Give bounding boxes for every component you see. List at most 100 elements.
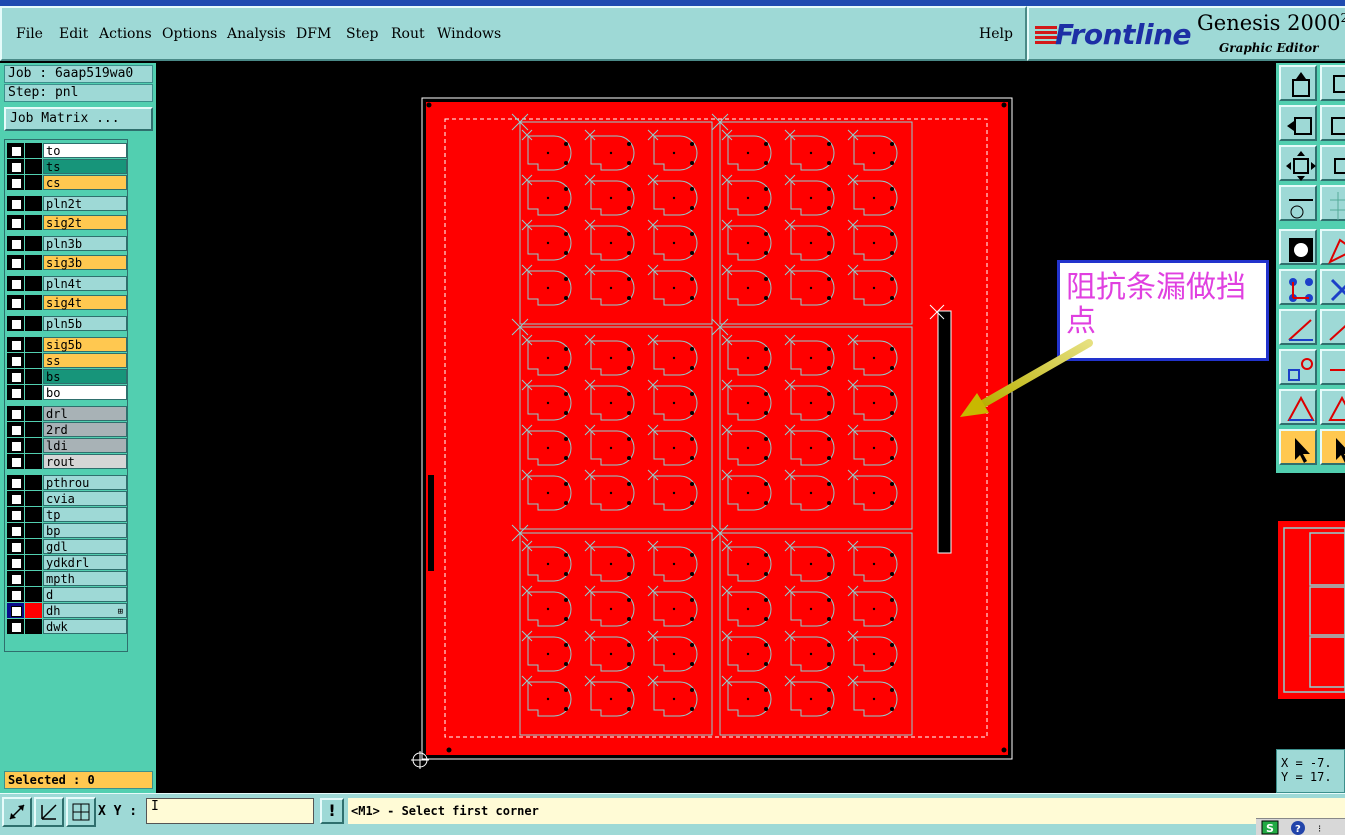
layer-display-swatch[interactable] xyxy=(25,438,42,453)
menu-rout[interactable]: Rout xyxy=(391,26,425,42)
layer-display-swatch[interactable] xyxy=(25,475,42,490)
menu-actions[interactable]: Actions xyxy=(99,26,152,42)
layer-name[interactable]: sig2t xyxy=(43,215,127,230)
layer-display-swatch[interactable] xyxy=(25,523,42,538)
layer-name[interactable]: d xyxy=(43,587,127,602)
minimap[interactable] xyxy=(1276,473,1345,749)
layer-checkbox[interactable] xyxy=(7,316,24,331)
menu-dfm[interactable]: DFM xyxy=(296,26,331,42)
layer-row-mpth[interactable]: mpth xyxy=(7,571,127,586)
layer-checkbox[interactable] xyxy=(7,454,24,469)
move-right-icon[interactable] xyxy=(1320,105,1345,141)
layer-display-swatch[interactable] xyxy=(25,255,42,270)
layer-display-swatch[interactable] xyxy=(25,159,42,174)
layer-display-swatch[interactable] xyxy=(25,337,42,352)
layer-name[interactable]: pln2t xyxy=(43,196,127,211)
layer-display-swatch[interactable] xyxy=(25,587,42,602)
cross-net-icon[interactable] xyxy=(1320,269,1345,305)
layer-row-bp[interactable]: bp xyxy=(7,523,127,538)
layer-display-swatch[interactable] xyxy=(25,316,42,331)
layer-checkbox[interactable] xyxy=(7,539,24,554)
layer-display-swatch[interactable] xyxy=(25,196,42,211)
layer-display-swatch[interactable] xyxy=(25,353,42,368)
layer-checkbox[interactable] xyxy=(7,159,24,174)
layer-checkbox[interactable] xyxy=(7,255,24,270)
layer-checkbox[interactable] xyxy=(7,369,24,384)
layer-row-to[interactable]: to xyxy=(7,143,127,158)
graphic-canvas[interactable] xyxy=(158,63,1276,793)
layer-display-swatch[interactable] xyxy=(25,619,42,634)
measure-icon[interactable] xyxy=(34,797,64,827)
layer-row-2rd[interactable]: 2rd xyxy=(7,422,127,437)
layer-display-swatch[interactable] xyxy=(25,406,42,421)
layer-checkbox[interactable] xyxy=(7,619,24,634)
arc-icon[interactable] xyxy=(1320,309,1345,345)
layer-name[interactable]: tp xyxy=(43,507,127,522)
layer-checkbox[interactable] xyxy=(7,276,24,291)
layer-display-swatch[interactable] xyxy=(25,276,42,291)
warning-button[interactable]: ! xyxy=(320,798,344,824)
layer-checkbox[interactable] xyxy=(7,603,24,618)
menu-file[interactable]: File xyxy=(16,26,43,42)
layer-checkbox[interactable] xyxy=(7,406,24,421)
xy-input[interactable]: I xyxy=(146,798,314,824)
layer-checkbox[interactable] xyxy=(7,523,24,538)
layer-checkbox[interactable] xyxy=(7,175,24,190)
layer-checkbox[interactable] xyxy=(7,507,24,522)
layer-name[interactable]: pthrou xyxy=(43,475,127,490)
layer-row-bs[interactable]: bs xyxy=(7,369,127,384)
layer-name[interactable]: ts xyxy=(43,159,127,174)
layer-display-swatch[interactable] xyxy=(25,507,42,522)
layer-row-pln4t[interactable]: pln4t xyxy=(7,276,127,291)
layer-row-pln2t[interactable]: pln2t xyxy=(7,196,127,211)
menu-edit[interactable]: Edit xyxy=(59,26,88,42)
layer-name[interactable]: to xyxy=(43,143,127,158)
layer-name[interactable]: mpth xyxy=(43,571,127,586)
layer-display-swatch[interactable] xyxy=(25,603,42,618)
layer-row-rout[interactable]: rout xyxy=(7,454,127,469)
layer-row-sig3b[interactable]: sig3b xyxy=(7,255,127,270)
layer-name[interactable]: pln4t xyxy=(43,276,127,291)
pen-settings-icon[interactable] xyxy=(1279,185,1317,221)
layer-row-sig2t[interactable]: sig2t xyxy=(7,215,127,230)
layer-display-swatch[interactable] xyxy=(25,539,42,554)
layer-row-tp[interactable]: tp xyxy=(7,507,127,522)
select-pointer-icon[interactable] xyxy=(1279,429,1317,465)
move-left-icon[interactable] xyxy=(1279,105,1317,141)
layer-checkbox[interactable] xyxy=(7,236,24,251)
layer-checkbox[interactable] xyxy=(7,587,24,602)
layer-display-swatch[interactable] xyxy=(25,236,42,251)
move-up-icon[interactable] xyxy=(1279,65,1317,101)
layer-display-swatch[interactable] xyxy=(25,215,42,230)
grid-icon[interactable] xyxy=(1320,185,1345,221)
menu-options[interactable]: Options xyxy=(162,26,217,42)
triangle-icon[interactable] xyxy=(1279,389,1317,425)
layer-row-gdl[interactable]: gdl xyxy=(7,539,127,554)
layer-row-pln3b[interactable]: pln3b xyxy=(7,236,127,251)
layer-row-dh[interactable]: dh ⊞ xyxy=(7,603,127,618)
layer-row-cs[interactable]: cs xyxy=(7,175,127,190)
select-pointer-alt-icon[interactable] xyxy=(1320,429,1345,465)
layer-name[interactable]: dh ⊞ xyxy=(43,603,127,618)
layer-name[interactable]: 2rd xyxy=(43,422,127,437)
layer-row-dwk[interactable]: dwk xyxy=(7,619,127,634)
menu-help[interactable]: Help xyxy=(979,26,1013,42)
layer-name[interactable]: sig5b xyxy=(43,337,127,352)
layer-name[interactable]: sig4t xyxy=(43,295,127,310)
layer-display-swatch[interactable] xyxy=(25,295,42,310)
layer-checkbox[interactable] xyxy=(7,571,24,586)
layer-row-d[interactable]: d xyxy=(7,587,127,602)
layer-name[interactable]: bo xyxy=(43,385,127,400)
layer-row-ldi[interactable]: ldi xyxy=(7,438,127,453)
layer-checkbox[interactable] xyxy=(7,491,24,506)
layer-checkbox[interactable] xyxy=(7,337,24,352)
net-icon[interactable] xyxy=(1279,269,1317,305)
zoom-out-icon[interactable] xyxy=(1279,145,1317,181)
layer-display-swatch[interactable] xyxy=(25,555,42,570)
layer-row-pln5b[interactable]: pln5b xyxy=(7,316,127,331)
layer-name[interactable]: drl xyxy=(43,406,127,421)
layer-name[interactable]: bs xyxy=(43,369,127,384)
layer-row-sig4t[interactable]: sig4t xyxy=(7,295,127,310)
layer-checkbox[interactable] xyxy=(7,196,24,211)
layer-row-cvia[interactable]: cvia xyxy=(7,491,127,506)
